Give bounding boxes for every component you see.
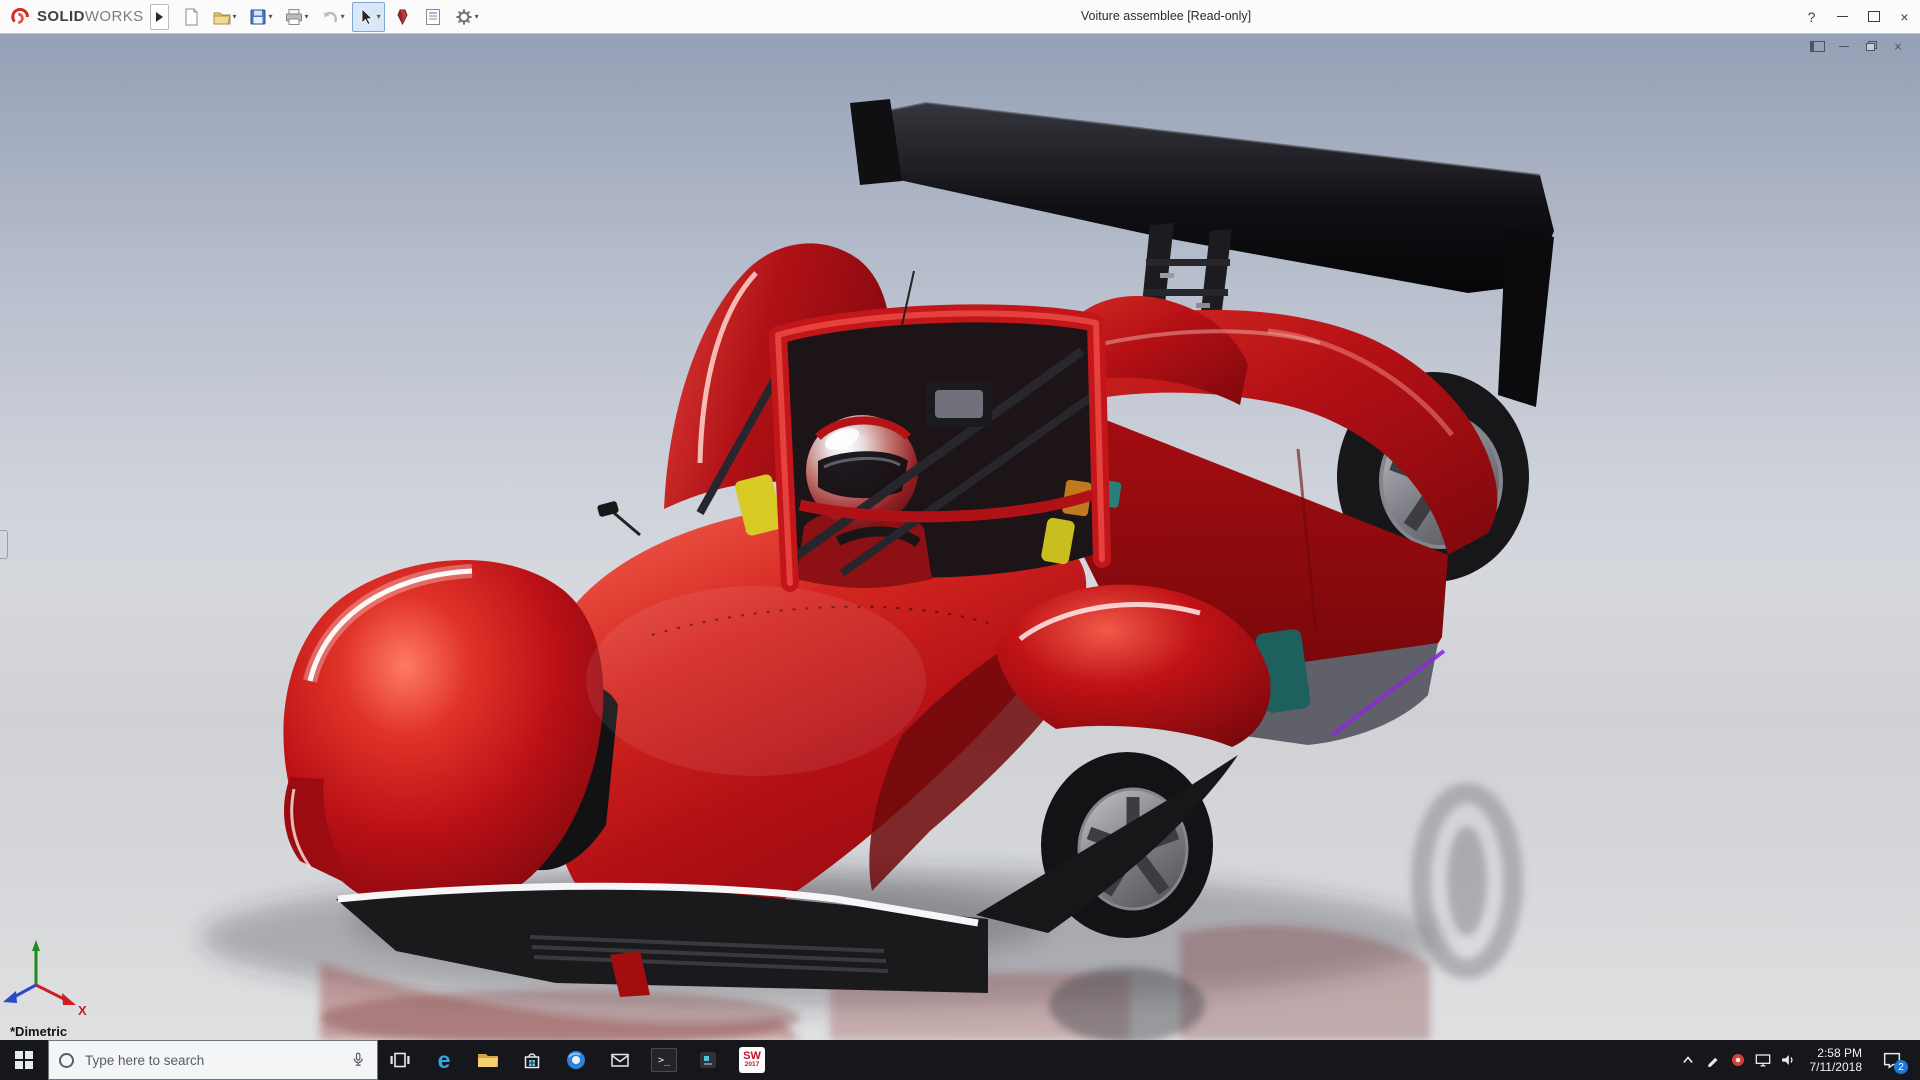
screen: SOLIDWORKS ▾ ▾ ▾ ▾ ▾ ▾ Voiture assemblee… <box>0 0 1920 1080</box>
chevron-down-icon[interactable]: ▾ <box>475 12 479 21</box>
doc-minimize-button[interactable] <box>1836 39 1852 53</box>
doc-close-button[interactable]: × <box>1890 39 1906 54</box>
new-document-button[interactable] <box>177 2 205 32</box>
view-orientation-label: *Dimetric <box>10 1024 68 1039</box>
start-button[interactable] <box>0 1040 48 1080</box>
tray-app-icon <box>1732 1054 1744 1066</box>
maximize-icon <box>1867 11 1880 22</box>
close-button[interactable]: × <box>1889 0 1920 33</box>
restore-icon <box>1865 41 1877 51</box>
play-triangle-icon <box>155 11 163 22</box>
mail-button[interactable] <box>598 1040 642 1080</box>
save-icon <box>250 9 266 24</box>
file-properties-button[interactable] <box>419 2 447 32</box>
solidworks-logo[interactable]: SOLIDWORKS <box>0 6 150 28</box>
menu-flyout-arrow[interactable] <box>149 3 169 30</box>
open-button[interactable]: ▾ <box>208 2 241 32</box>
action-center-button[interactable]: 2 <box>1871 1040 1913 1080</box>
doc-restore-button[interactable] <box>1863 39 1879 53</box>
chevron-down-icon[interactable]: ▾ <box>341 12 345 21</box>
mail-icon <box>611 1053 629 1067</box>
panel-splitter-handle[interactable] <box>0 530 8 559</box>
logo-text: SOLIDWORKS <box>37 8 144 25</box>
window-controls: ? × <box>1796 0 1920 33</box>
tray-app-button[interactable] <box>1726 1040 1751 1080</box>
display-icon <box>1755 1054 1771 1067</box>
undo-button[interactable]: ▾ <box>316 2 349 32</box>
options-gear-icon <box>455 8 472 25</box>
minimize-icon <box>1839 45 1849 47</box>
windows-taskbar: e <box>0 1040 1920 1080</box>
taskbar-apps: e >_ SW 2017 <box>378 1040 774 1080</box>
ds-logo-icon <box>11 7 29 24</box>
select-cursor-icon <box>361 7 373 25</box>
document-window-controls: × <box>1809 39 1906 54</box>
chevron-down-icon[interactable]: ▾ <box>305 12 309 21</box>
chevron-down-icon[interactable]: ▾ <box>377 12 381 21</box>
store-icon <box>524 1053 540 1069</box>
new-document-icon <box>185 8 198 25</box>
dock-icon <box>1809 40 1825 52</box>
notification-badge: 2 <box>1894 1060 1908 1074</box>
system-tray: 2:58 PM 7/11/2018 2 <box>1676 1040 1920 1080</box>
tray-chevron-button[interactable] <box>1676 1040 1701 1080</box>
app-titlebar: SOLIDWORKS ▾ ▾ ▾ ▾ ▾ ▾ Voiture assemblee… <box>0 0 1920 34</box>
model-3d-car[interactable]: X <box>0 33 1920 1040</box>
window-title: Voiture assemblee [Read-only] <box>1080 8 1252 23</box>
edge-icon: e <box>437 1046 451 1073</box>
file-explorer-icon <box>478 1054 498 1067</box>
task-view-icon <box>390 1052 410 1068</box>
taskbar-clock[interactable]: 2:58 PM 7/11/2018 <box>1801 1046 1872 1074</box>
appearance-button[interactable] <box>388 2 416 32</box>
select-button[interactable]: ▾ <box>351 1 385 32</box>
save-button[interactable]: ▾ <box>244 2 277 32</box>
open-icon <box>213 12 231 24</box>
quick-access-toolbar: ▾ ▾ ▾ ▾ ▾ ▾ <box>177 1 483 32</box>
search-input[interactable] <box>83 1051 340 1069</box>
windows-logo-icon <box>15 1051 33 1069</box>
file-explorer-button[interactable] <box>466 1040 510 1080</box>
triad-x-label: X <box>78 1003 87 1018</box>
task-view-button[interactable] <box>378 1040 422 1080</box>
chevron-down-icon[interactable]: ▾ <box>269 12 273 21</box>
minimize-button[interactable] <box>1827 0 1858 33</box>
browser-button[interactable] <box>554 1040 598 1080</box>
chevron-down-icon[interactable]: ▾ <box>233 12 237 21</box>
dock-window-button[interactable] <box>1809 39 1825 53</box>
terminal-button[interactable]: >_ <box>642 1040 686 1080</box>
volume-icon <box>1782 1055 1793 1065</box>
file-properties-icon <box>425 8 440 25</box>
appearance-icon <box>397 9 408 25</box>
minimize-icon <box>1837 16 1848 17</box>
undo-icon <box>323 11 337 23</box>
print-button[interactable]: ▾ <box>280 2 313 32</box>
solidworks-app-button[interactable]: SW 2017 <box>730 1040 774 1080</box>
microphone-icon[interactable] <box>349 1050 367 1070</box>
pen-icon <box>1708 1057 1718 1068</box>
volume-tray-button[interactable] <box>1776 1040 1801 1080</box>
app-button[interactable] <box>686 1040 730 1080</box>
clock-time: 2:58 PM <box>1817 1046 1862 1060</box>
display-tray-button[interactable] <box>1751 1040 1776 1080</box>
clock-date: 7/11/2018 <box>1809 1060 1863 1074</box>
browser-icon <box>567 1051 585 1069</box>
view-triad[interactable]: X <box>3 940 87 1018</box>
ink-workspace-button[interactable] <box>1701 1040 1726 1080</box>
cortana-icon <box>59 1052 74 1068</box>
store-button[interactable] <box>510 1040 554 1080</box>
maximize-button[interactable] <box>1858 0 1889 33</box>
edge-button[interactable]: e <box>422 1040 466 1080</box>
solidworks-app-icon: SW 2017 <box>739 1047 765 1073</box>
app-icon <box>700 1052 716 1068</box>
terminal-icon: >_ <box>651 1048 677 1072</box>
chevron-up-icon <box>1683 1056 1693 1064</box>
help-button[interactable]: ? <box>1796 0 1827 33</box>
print-icon <box>285 8 302 25</box>
viewport-3d[interactable]: X × *Dimetric <box>0 33 1920 1040</box>
taskbar-search[interactable] <box>48 1040 378 1080</box>
options-button[interactable]: ▾ <box>450 2 483 32</box>
